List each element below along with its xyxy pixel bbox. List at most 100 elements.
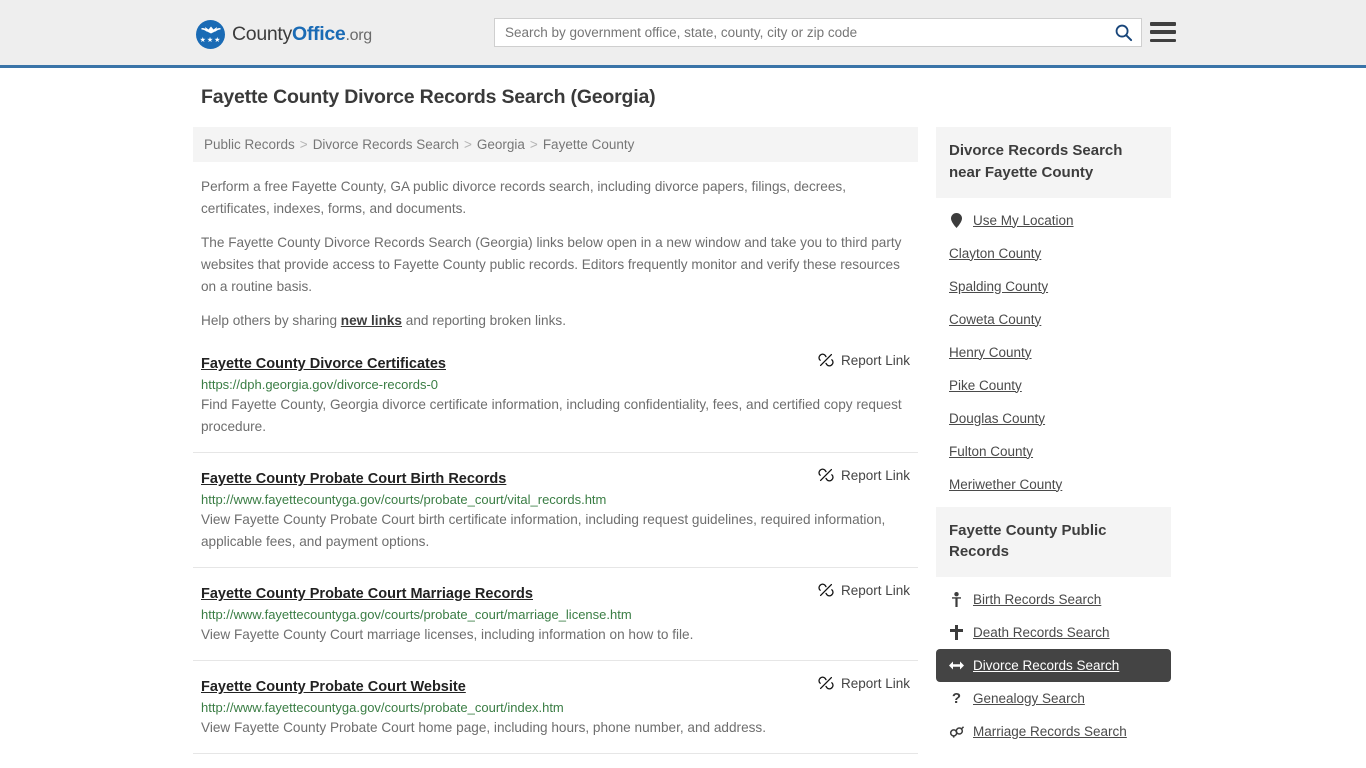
sidebar-item-divorce-records-search[interactable]: Divorce Records Search bbox=[936, 649, 1171, 682]
result-url: http://www.fayettecountyga.gov/courts/pr… bbox=[201, 492, 607, 508]
result-header: Fayette County Divorce Certificates Repo… bbox=[201, 352, 910, 373]
report-link-label: Report Link bbox=[840, 467, 910, 483]
broken-link-icon bbox=[818, 468, 834, 482]
search-icon bbox=[1115, 24, 1132, 42]
main-content: Public Records > Divorce Records Search > Ge… bbox=[193, 127, 918, 768]
cross-icon bbox=[949, 625, 964, 640]
result-title-link[interactable]: Fayette County Probate Court Marriage Re… bbox=[201, 586, 533, 602]
sidebar-item-marriage-records-search[interactable]: Marriage Records Search bbox=[936, 715, 1171, 748]
report-link-button[interactable]: Report Link bbox=[818, 675, 910, 691]
sidebar-item-meriwether-county[interactable]: Meriwether County bbox=[936, 468, 1171, 501]
result-description: Find Fayette County, Georgia divorce cer… bbox=[201, 397, 902, 435]
breadcrumb-item-public-records[interactable]: Public Records bbox=[204, 137, 295, 152]
site-header: ★★★ CountyOffice.org bbox=[0, 0, 1366, 68]
sidebar-item-clayton-county[interactable]: Clayton County bbox=[936, 237, 1171, 270]
intro-paragraph-2: The Fayette County Divorce Records Searc… bbox=[201, 235, 902, 295]
sidebar-item-label[interactable]: Death Records Search bbox=[973, 625, 1110, 640]
logo-text-office: Office bbox=[292, 23, 346, 45]
sidebar-panel-nearby: Divorce Records Search near Fayette Coun… bbox=[936, 127, 1171, 501]
map-pin-icon bbox=[949, 212, 964, 228]
breadcrumb: Public Records > Divorce Records Search > Ge… bbox=[193, 127, 918, 162]
sidebar-item-label[interactable]: Spalding County bbox=[949, 279, 1048, 294]
search-button[interactable] bbox=[1105, 19, 1141, 46]
result-item: Fayette County Probate Court Website Rep bbox=[193, 675, 918, 755]
sidebar-item-label[interactable]: Clayton County bbox=[949, 246, 1041, 261]
result-item: Fayette County Probate Court Birth Recor… bbox=[193, 467, 918, 569]
breadcrumb-separator: > bbox=[464, 137, 472, 152]
sidebar-item-label[interactable]: Henry County bbox=[949, 345, 1032, 360]
sidebar-item-pike-county[interactable]: Pike County bbox=[936, 369, 1171, 402]
report-link-label: Report Link bbox=[840, 352, 910, 368]
sidebar-item-genealogy-search[interactable]: ? Genealogy Search bbox=[936, 682, 1171, 715]
sidebar-panel-heading: Fayette County Public Records bbox=[936, 506, 1171, 577]
page-title: Fayette County Divorce Records Search (G… bbox=[201, 86, 656, 108]
logo-wordmark: CountyOffice.org bbox=[232, 23, 372, 46]
result-header: Fayette County Probate Court Website Rep bbox=[201, 675, 910, 696]
result-url: http://www.fayettecountyga.gov/courts/pr… bbox=[201, 700, 564, 716]
eagle-glyph bbox=[201, 26, 220, 34]
sidebar-item-label[interactable]: Fulton County bbox=[949, 444, 1033, 459]
intro-paragraph-1: Perform a free Fayette County, GA public… bbox=[201, 179, 846, 217]
result-description: View Fayette County Probate Court home p… bbox=[201, 720, 766, 736]
result-title-link[interactable]: Fayette County Probate Court Birth Recor… bbox=[201, 471, 506, 487]
question-mark-icon: ? bbox=[951, 690, 962, 707]
breadcrumb-separator: > bbox=[299, 137, 308, 152]
menu-bar-2 bbox=[1150, 30, 1176, 34]
report-link-label: Report Link bbox=[840, 675, 910, 691]
report-link-button[interactable]: Report Link bbox=[818, 582, 910, 598]
menu-bar-1 bbox=[1150, 22, 1176, 26]
sidebar-item-birth-records-search[interactable]: Birth Records Search bbox=[936, 583, 1171, 616]
result-title-link[interactable]: Fayette County Probate Court Website bbox=[201, 679, 466, 695]
sidebar-item-spalding-county[interactable]: Spalding County bbox=[936, 270, 1171, 303]
eagle-seal-icon: ★★★ bbox=[196, 20, 225, 49]
sidebar-item-label[interactable]: Marriage Records Search bbox=[973, 724, 1127, 739]
broken-link-icon bbox=[818, 583, 834, 597]
sidebar-panel-list: Birth Records Search Death Records Searc… bbox=[936, 577, 1171, 748]
sidebar-item-death-records-search[interactable]: Death Records Search bbox=[936, 616, 1171, 649]
result-item: Fayette County Divorce Certificates Repo… bbox=[193, 352, 918, 454]
report-link-label: Report Link bbox=[840, 582, 910, 598]
result-url: https://dph.georgia.gov/divorce-records-… bbox=[201, 377, 439, 393]
broken-link-icon bbox=[818, 353, 834, 367]
sidebar-item-use-my-location[interactable]: Use My Location bbox=[936, 204, 1171, 237]
sidebar-item-fulton-county[interactable]: Fulton County bbox=[936, 435, 1171, 468]
result-description: View Fayette County Probate Court birth … bbox=[201, 512, 886, 550]
sidebar-item-coweta-county[interactable]: Coweta County bbox=[936, 303, 1171, 336]
sidebar-panel-heading: Divorce Records Search near Fayette Coun… bbox=[936, 127, 1171, 198]
breadcrumb-item-divorce-records-search[interactable]: Divorce Records Search bbox=[313, 137, 459, 152]
sidebar-item-label[interactable]: Genealogy Search bbox=[973, 691, 1085, 706]
sidebar-panel-list: Use My Location Clayton County Spalding … bbox=[936, 198, 1171, 501]
sidebar-item-label[interactable]: Meriwether County bbox=[949, 477, 1062, 492]
broken-link-icon bbox=[818, 676, 834, 690]
result-item: Fayette County Probate Court Marriage Re… bbox=[193, 582, 918, 662]
sidebar-item-label[interactable]: Douglas County bbox=[949, 411, 1045, 426]
sidebar-item-label[interactable]: Use My Location bbox=[973, 213, 1074, 228]
sidebar-item-label[interactable]: Birth Records Search bbox=[973, 592, 1101, 607]
intro-p3-before: Help others by sharing bbox=[201, 313, 341, 329]
sidebar-item-henry-county[interactable]: Henry County bbox=[936, 336, 1171, 369]
sidebar: Divorce Records Search near Fayette Coun… bbox=[936, 127, 1171, 768]
report-link-button[interactable]: Report Link bbox=[818, 352, 910, 368]
result-header: Fayette County Probate Court Birth Recor… bbox=[201, 467, 910, 488]
report-link-button[interactable]: Report Link bbox=[818, 467, 910, 483]
logo-text-org: .org bbox=[345, 27, 372, 44]
intro-text: Perform a free Fayette County, GA public… bbox=[193, 176, 918, 332]
intro-paragraph-3: Help others by sharing new links and rep… bbox=[201, 310, 918, 332]
search-bar[interactable] bbox=[494, 18, 1142, 47]
new-links-link[interactable]: new links bbox=[341, 313, 402, 328]
hamburger-menu-icon[interactable] bbox=[1150, 20, 1176, 44]
page-body: Fayette County Divorce Records Search (G… bbox=[0, 68, 1366, 768]
site-logo[interactable]: ★★★ CountyOffice.org bbox=[196, 20, 372, 49]
breadcrumb-item-georgia[interactable]: Georgia bbox=[477, 137, 525, 152]
result-title-link[interactable]: Fayette County Divorce Certificates bbox=[201, 356, 446, 372]
result-url: http://www.fayettecountyga.gov/courts/pr… bbox=[201, 607, 632, 623]
sidebar-item-label[interactable]: Pike County bbox=[949, 378, 1022, 393]
sidebar-panel-public-records: Fayette County Public Records Birth Reco… bbox=[936, 506, 1171, 749]
gender-symbols-icon bbox=[949, 725, 964, 738]
logo-text-county: County bbox=[232, 23, 292, 45]
sidebar-item-label[interactable]: Divorce Records Search bbox=[973, 658, 1119, 673]
sidebar-item-label[interactable]: Coweta County bbox=[949, 312, 1041, 327]
sidebar-item-douglas-county[interactable]: Douglas County bbox=[936, 402, 1171, 435]
breadcrumb-item-fayette-county[interactable]: Fayette County bbox=[543, 137, 635, 152]
search-input[interactable] bbox=[495, 25, 1105, 40]
